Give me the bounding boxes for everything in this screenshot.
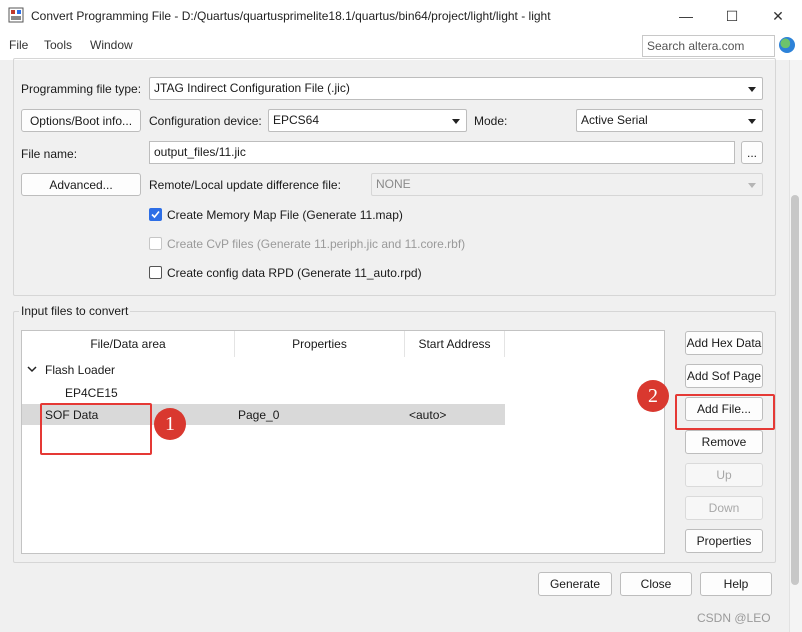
highlight-box-1 <box>40 403 152 455</box>
add-hex-data-button[interactable]: Add Hex Data <box>685 331 763 355</box>
menu-window[interactable]: Window <box>90 38 133 52</box>
mode-label: Mode: <box>474 114 508 128</box>
scrollbar-thumb[interactable] <box>791 195 799 585</box>
remove-button[interactable]: Remove <box>685 430 763 454</box>
minimize-button[interactable]: — <box>666 4 706 28</box>
annotation-badge-2: 2 <box>637 380 669 412</box>
remote-update-select[interactable]: NONE <box>371 173 763 196</box>
chevron-down-icon <box>748 119 756 124</box>
config-device-label: Configuration device: <box>149 114 262 128</box>
app-icon <box>8 7 24 23</box>
chevron-down-icon <box>748 87 756 92</box>
globe-icon[interactable] <box>779 37 795 53</box>
file-name-label: File name: <box>21 147 78 161</box>
up-button[interactable]: Up <box>685 463 763 487</box>
sof-data-start-address: <auto> <box>409 408 447 422</box>
menu-tools[interactable]: Tools <box>44 38 72 52</box>
memory-map-checkbox[interactable] <box>149 208 162 221</box>
browse-button[interactable]: ... <box>741 141 763 164</box>
file-type-label: Programming file type: <box>21 82 142 96</box>
watermark: CSDN @LEO <box>697 611 771 625</box>
add-sof-page-button[interactable]: Add Sof Page <box>685 364 763 388</box>
config-device-select[interactable]: EPCS64 <box>268 109 467 132</box>
cvp-checkbox[interactable] <box>149 237 162 250</box>
rpd-checkbox[interactable] <box>149 266 162 279</box>
menu-file[interactable]: File <box>9 38 28 52</box>
generate-button[interactable]: Generate <box>538 572 612 596</box>
column-header-start-address[interactable]: Start Address <box>405 331 505 357</box>
file-name-input[interactable]: output_files/11.jic <box>149 141 735 164</box>
column-header-properties[interactable]: Properties <box>235 331 405 357</box>
help-button[interactable]: Help <box>700 572 772 596</box>
file-type-value: JTAG Indirect Configuration File (.jic) <box>154 81 350 95</box>
advanced-button[interactable]: Advanced... <box>21 173 141 196</box>
down-button[interactable]: Down <box>685 496 763 520</box>
chevron-down-icon <box>452 119 460 124</box>
close-window-button[interactable]: ✕ <box>758 4 798 28</box>
file-type-select[interactable]: JTAG Indirect Configuration File (.jic) <box>149 77 763 100</box>
window-title: Convert Programming File - D:/Quartus/qu… <box>31 9 551 23</box>
annotation-badge-1: 1 <box>154 408 186 440</box>
mode-value: Active Serial <box>581 113 648 127</box>
remote-update-label: Remote/Local update difference file: <box>149 178 341 192</box>
cvp-label: Create CvP files (Generate 11.periph.jic… <box>167 237 466 251</box>
chevron-down-icon[interactable] <box>27 364 37 374</box>
tree-item-flash-loader[interactable]: Flash Loader <box>45 363 115 377</box>
input-group-title: Input files to convert <box>19 304 131 318</box>
options-boot-info-button[interactable]: Options/Boot info... <box>21 109 141 132</box>
remote-update-value: NONE <box>376 177 411 191</box>
rpd-label: Create config data RPD (Generate 11_auto… <box>167 266 422 280</box>
checkmark-icon <box>151 210 160 219</box>
search-input[interactable]: Search altera.com <box>642 35 775 57</box>
mode-select[interactable]: Active Serial <box>576 109 763 132</box>
tree-item-device[interactable]: EP4CE15 <box>65 386 118 400</box>
column-header-file[interactable]: File/Data area <box>22 331 235 357</box>
maximize-button[interactable]: ☐ <box>712 4 752 28</box>
close-button[interactable]: Close <box>620 572 692 596</box>
memory-map-label: Create Memory Map File (Generate 11.map) <box>167 208 403 222</box>
sof-data-properties: Page_0 <box>238 408 280 422</box>
config-device-value: EPCS64 <box>273 113 320 127</box>
properties-button[interactable]: Properties <box>685 529 763 553</box>
chevron-down-icon <box>748 183 756 188</box>
highlight-box-2 <box>675 394 775 430</box>
